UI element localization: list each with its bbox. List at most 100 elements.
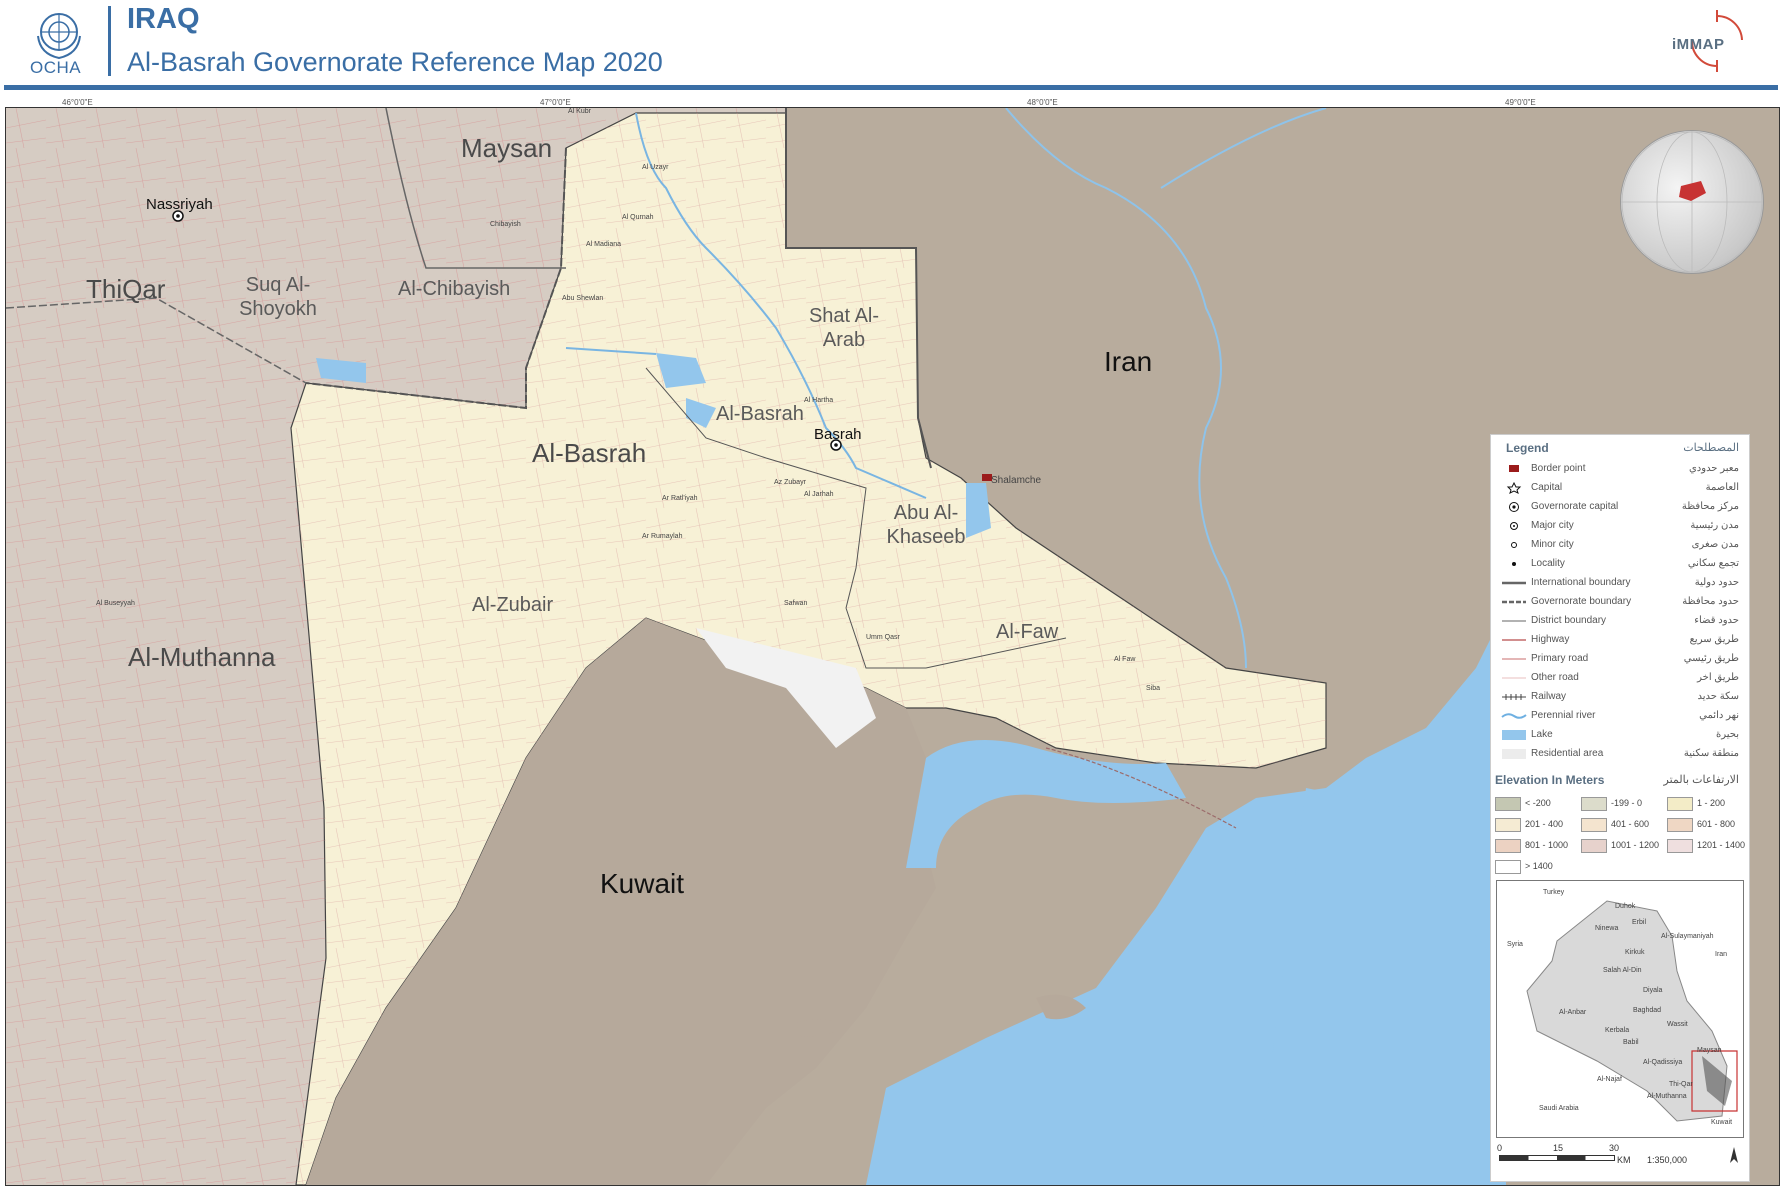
- lon-tick: 48°0'0"E: [1027, 98, 1058, 107]
- elevation-class: 1 - 200: [1667, 795, 1747, 811]
- legend-row: Locality تجمع سكاني: [1499, 556, 1741, 574]
- inset-label: Syria: [1507, 941, 1523, 948]
- elevation-class: -199 - 0: [1581, 795, 1661, 811]
- legend-row: Other road طريق اخر: [1499, 670, 1741, 688]
- inset-label: Wassit: [1667, 1021, 1688, 1028]
- al-muthanna-label: Al-Muthanna: [128, 642, 276, 672]
- inset-label: Thi-Qar: [1669, 1081, 1693, 1088]
- legend-row: Residential area منطقة سكنية: [1499, 746, 1741, 764]
- lake-icon: [1502, 730, 1526, 740]
- scale-bar: 0 15 30 KM 1:350,000: [1497, 1143, 1743, 1179]
- locality: Al Buseyyah: [96, 600, 135, 607]
- locality: Safwan: [784, 600, 808, 607]
- ocha-label: OCHA: [30, 58, 82, 77]
- inset-label: Al-Najaf: [1597, 1076, 1622, 1083]
- legend-row: Governorate capital مركز محافظة: [1499, 499, 1741, 517]
- elevation-class: 801 - 1000: [1495, 837, 1575, 853]
- locality: Al Hartha: [804, 397, 834, 404]
- lon-tick: 49°0'0"E: [1505, 98, 1536, 107]
- legend-row: Major city مدن رئيسية: [1499, 518, 1741, 536]
- locality: Abu Shewlan: [562, 295, 604, 302]
- elevation-class: 601 - 800: [1667, 816, 1747, 832]
- locality: Az Zubayr: [774, 479, 806, 486]
- primary-road-icon: [1502, 658, 1526, 660]
- elevation-class: 201 - 400: [1495, 816, 1575, 832]
- legend-row: Border point معبر حدودي: [1499, 461, 1741, 479]
- globe-locator: [1620, 130, 1764, 274]
- border-point-icon: [1509, 465, 1519, 472]
- globe-icon: [1621, 131, 1763, 273]
- minor-city-icon: [1511, 542, 1517, 548]
- legend-row: Highway طريق سريع: [1499, 632, 1741, 650]
- elevation-class: > 1400: [1495, 858, 1575, 874]
- north-arrow-icon: [1730, 1147, 1738, 1163]
- iraq-inset-map: Turkey Syria Iran Saudi Arabia Kuwait Ma…: [1496, 880, 1744, 1138]
- inset-label: Baghdad: [1633, 1007, 1662, 1014]
- maysan-label: Maysan: [461, 133, 553, 163]
- header: OCHA IRAQ Al-Basrah Governorate Referenc…: [0, 0, 1782, 92]
- map-title: Al-Basrah Governorate Reference Map 2020: [127, 47, 663, 77]
- city-nassriyah: Nassriyah: [146, 196, 213, 213]
- inset-label: Kirkuk: [1625, 949, 1645, 956]
- iraq-highlight: [1679, 181, 1706, 201]
- major-city-icon: [1510, 522, 1518, 530]
- elevation-title-ar: الارتفاعات بالمتر: [1663, 774, 1739, 786]
- railway-icon: [1502, 694, 1526, 700]
- district-al-faw: Al-Faw: [996, 621, 1059, 643]
- header-divider: [108, 6, 111, 76]
- elevation-class: 1201 - 1400: [1667, 837, 1747, 853]
- lon-tick: 47°0'0"E: [540, 98, 571, 107]
- inset-label: Babil: [1623, 1039, 1639, 1046]
- legend-row: Lake بحيرة: [1499, 727, 1741, 745]
- legend-row: Minor city مدن صغرى: [1499, 537, 1741, 555]
- district-abu-al-khaseeb: Abu Al-Khaseeb: [886, 502, 966, 548]
- inset-label: Al-Muthanna: [1647, 1093, 1687, 1100]
- district-boundary-icon: [1502, 620, 1526, 622]
- city-shalamche: Shalamche: [991, 475, 1042, 486]
- inset-label: Turkey: [1543, 889, 1565, 896]
- immap-logo: iMMAP: [1672, 8, 1762, 74]
- residential-icon: [1502, 749, 1526, 759]
- river-icon: [1501, 713, 1527, 719]
- inset-label: Saudi Arabia: [1539, 1105, 1579, 1112]
- elevation-title: Elevation In Meters: [1495, 773, 1605, 787]
- country-title: IRAQ: [127, 3, 200, 35]
- inset-label: Al-Anbar: [1559, 1009, 1587, 1016]
- header-rule: [4, 85, 1778, 90]
- inset-label: Salah Al-Din: [1603, 967, 1642, 974]
- locality: Al Qurnah: [622, 214, 654, 221]
- locality-icon: [1512, 562, 1516, 566]
- district-al-zubair: Al-Zubair: [472, 594, 554, 616]
- district-shat-al-arab: Shat Al-Arab: [808, 305, 880, 351]
- elevation-class: 401 - 600: [1581, 816, 1661, 832]
- highway-icon: [1502, 639, 1526, 641]
- international-boundary-icon: [1502, 581, 1526, 585]
- locality: Al Faw: [1114, 656, 1136, 663]
- locality: Ar Rumaylah: [642, 533, 683, 540]
- legend-title: Legend: [1506, 441, 1549, 455]
- iran-label: Iran: [1104, 346, 1153, 377]
- un-emblem-icon: [37, 13, 81, 60]
- legend-row: Capital العاصمة: [1499, 480, 1741, 498]
- legend-row: International boundary حدود دولية: [1499, 575, 1741, 593]
- locality: Umm Qasr: [866, 634, 900, 641]
- locality: Al Uzayr: [642, 164, 669, 171]
- legend-row: Railway سكة حديد: [1499, 689, 1741, 707]
- locality: Al Madiana: [586, 241, 622, 248]
- legend-title-ar: المصطلحات: [1683, 442, 1739, 454]
- kuwait-label: Kuwait: [600, 868, 685, 899]
- other-road-icon: [1502, 677, 1526, 679]
- district-al-basrah: Al-Basrah: [716, 403, 804, 425]
- city-basrah: Basrah: [814, 426, 862, 443]
- inset-label: Al-Qadissiya: [1643, 1059, 1683, 1066]
- elevation-class: 1001 - 1200: [1581, 837, 1661, 853]
- immap-text: iMMAP: [1672, 36, 1725, 53]
- inset-label: Kuwait: [1711, 1119, 1733, 1126]
- legend-panel: Legend المصطلحات Border point معبر حدودي …: [1490, 434, 1750, 1182]
- al-basrah-governorate-label: Al-Basrah: [532, 438, 647, 468]
- district-suq-al-shoyokh: Suq Al-Shoyokh: [239, 274, 317, 320]
- locality: Al Kubr: [568, 108, 591, 115]
- governorate-boundary-icon: [1502, 600, 1526, 604]
- locality: Ar Ratl'iyah: [662, 495, 698, 502]
- legend-row: Governorate boundary حدود محافظة: [1499, 594, 1741, 612]
